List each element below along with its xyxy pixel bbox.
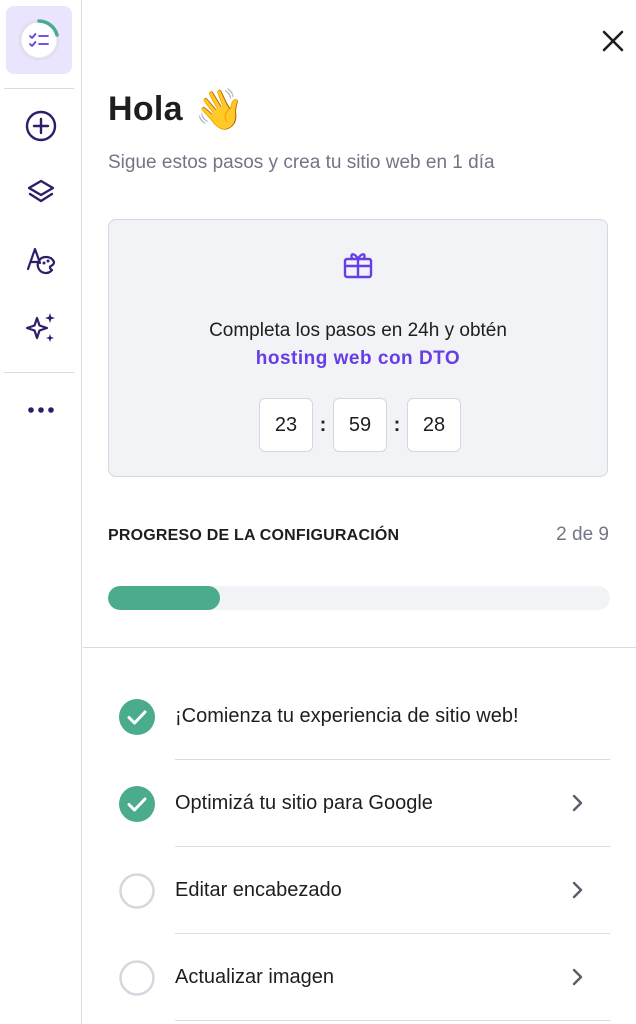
promo-text: Completa los pasos en 24h y obtén <box>209 320 507 341</box>
close-icon <box>602 30 624 52</box>
page-subtitle: Sigue estos pasos y crea tu sitio web en… <box>108 152 495 173</box>
step-item[interactable]: Editar encabezado <box>83 847 636 934</box>
check-circle-icon <box>119 699 155 735</box>
greeting-title: Hola <box>108 90 183 128</box>
gift-icon <box>343 253 373 279</box>
empty-circle-icon <box>119 960 155 996</box>
add-icon <box>25 110 57 142</box>
timer-separator: : <box>393 413 401 436</box>
styles-button[interactable] <box>0 230 82 290</box>
waving-hand-emoji: 👋 <box>194 88 245 132</box>
layers-icon <box>27 179 55 203</box>
step-label: Editar encabezado <box>175 879 342 901</box>
chevron-right-icon <box>572 968 583 986</box>
setup-progress-button[interactable] <box>6 6 72 74</box>
step-item[interactable]: Optimizá tu sitio para Google <box>83 760 636 847</box>
pages-layers-button[interactable] <box>0 163 82 223</box>
timer-hours: 23 <box>259 398 313 452</box>
styles-palette-icon <box>26 247 56 275</box>
progress-checklist-icon <box>18 19 60 61</box>
sidebar <box>0 0 82 1024</box>
step-label: Actualizar imagen <box>175 966 334 988</box>
progress-bar <box>108 586 610 610</box>
step-item[interactable]: Actualizar imagen <box>83 934 636 1021</box>
page-title: Hola 👋 <box>108 86 245 133</box>
close-button[interactable] <box>598 26 628 56</box>
step-divider <box>175 1020 610 1021</box>
chevron-right-icon <box>572 794 583 812</box>
empty-circle-icon <box>119 873 155 909</box>
add-section-button[interactable] <box>0 96 82 156</box>
step-item[interactable]: ¡Comienza tu experiencia de sitio web! <box>83 673 636 760</box>
progress-count: 2 de 9 <box>556 524 609 545</box>
section-divider <box>83 647 636 648</box>
promo-card: Completa los pasos en 24h y obtén hostin… <box>108 219 608 477</box>
timer-seconds: 28 <box>407 398 461 452</box>
progress-bar-fill <box>108 586 220 610</box>
chevron-right-icon <box>572 881 583 899</box>
timer-minutes: 59 <box>333 398 387 452</box>
more-options-button[interactable] <box>0 380 82 440</box>
step-label: ¡Comienza tu experiencia de sitio web! <box>175 705 519 727</box>
ai-tools-button[interactable] <box>0 298 82 358</box>
step-label: Optimizá tu sitio para Google <box>175 792 433 814</box>
sidebar-divider <box>4 88 74 89</box>
sidebar-divider <box>4 372 74 373</box>
promo-offer-link[interactable]: hosting web con DTO <box>109 348 607 370</box>
ai-sparkles-icon <box>25 313 55 342</box>
onboarding-panel: Hola 👋 Sigue estos pasos y crea tu sitio… <box>83 0 636 1024</box>
check-circle-icon <box>119 786 155 822</box>
progress-label: PROGRESO DE LA CONFIGURACIÓN <box>108 527 400 544</box>
timer-separator: : <box>319 413 327 436</box>
more-icon <box>28 407 54 413</box>
countdown-timer: 23 : 59 : 28 <box>259 398 461 452</box>
